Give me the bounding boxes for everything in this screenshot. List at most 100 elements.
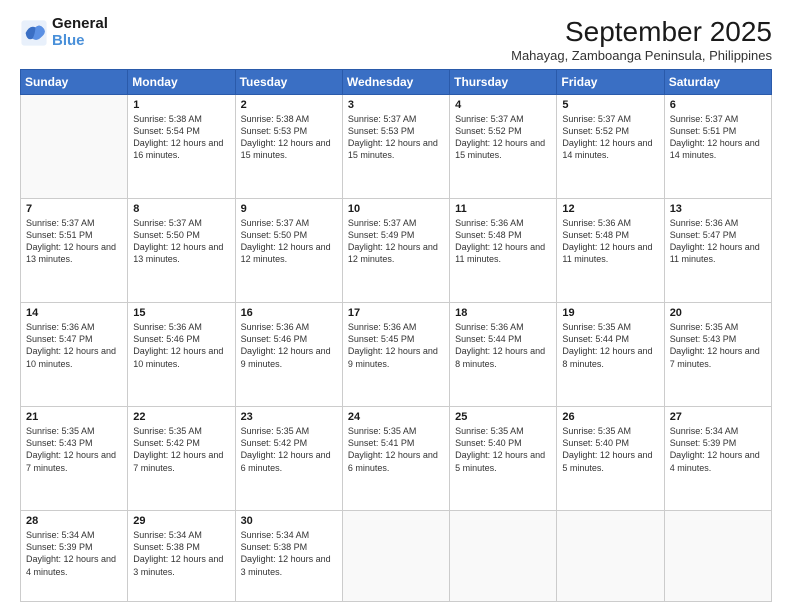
table-row: 25Sunrise: 5:35 AM Sunset: 5:40 PM Dayli… xyxy=(450,407,557,511)
table-row: 8Sunrise: 5:37 AM Sunset: 5:50 PM Daylig… xyxy=(128,199,235,303)
day-number: 24 xyxy=(348,411,444,423)
table-row: 30Sunrise: 5:34 AM Sunset: 5:38 PM Dayli… xyxy=(235,511,342,602)
cell-info: Sunrise: 5:38 AM Sunset: 5:53 PM Dayligh… xyxy=(241,113,337,162)
day-number: 17 xyxy=(348,307,444,319)
cell-info: Sunrise: 5:37 AM Sunset: 5:51 PM Dayligh… xyxy=(26,217,122,266)
table-row: 13 Sunrise: 5:36 AM Sunset: 5:47 PM Dayli… xyxy=(664,199,771,303)
cell-info: Sunrise: 5:34 AM Sunset: 5:39 PM Dayligh… xyxy=(26,529,122,578)
table-row: 24 Sunrise: 5:35 AM Sunset: 5:41 PM Dayli… xyxy=(342,407,449,511)
table-row: 14Sunrise: 5:36 AM Sunset: 5:47 PM Dayli… xyxy=(21,303,128,407)
day-number: 5 xyxy=(562,99,658,111)
cell-info: Sunrise: 5:34 AM Sunset: 5:38 PM Dayligh… xyxy=(133,529,229,578)
table-row: 23 Sunrise: 5:35 AM Sunset: 5:42 PM Dayli… xyxy=(235,407,342,511)
table-row: 9 Sunrise: 5:37 AM Sunset: 5:50 PM Daylig… xyxy=(235,199,342,303)
day-number: 20 xyxy=(670,307,766,319)
cell-info: Sunrise: 5:36 AM Sunset: 5:46 PM Dayligh… xyxy=(133,321,229,370)
table-row: 1 Sunrise: 5:38 AM Sunset: 5:54 PM Daylig… xyxy=(128,95,235,199)
table-row xyxy=(342,511,449,602)
day-number: 9 xyxy=(241,203,337,215)
col-monday: Monday xyxy=(128,70,235,95)
col-tuesday: Tuesday xyxy=(235,70,342,95)
logo-text: General Blue xyxy=(52,16,108,49)
location: Mahayag, Zamboanga Peninsula, Philippine… xyxy=(511,48,772,63)
day-number: 16 xyxy=(241,307,337,319)
cell-info: Sunrise: 5:35 AM Sunset: 5:41 PM Dayligh… xyxy=(348,425,444,474)
day-number: 14 xyxy=(26,307,122,319)
table-row: 11 Sunrise: 5:36 AM Sunset: 5:48 PM Dayli… xyxy=(450,199,557,303)
calendar-week-2: 7 Sunrise: 5:37 AM Sunset: 5:51 PM Daylig… xyxy=(21,199,772,303)
table-row xyxy=(21,95,128,199)
table-row: 22 Sunrise: 5:35 AM Sunset: 5:42 PM Dayli… xyxy=(128,407,235,511)
day-number: 2 xyxy=(241,99,337,111)
table-row: 6 Sunrise: 5:37 AM Sunset: 5:51 PM Daylig… xyxy=(664,95,771,199)
page: General Blue September 2025 Mahayag, Zam… xyxy=(0,0,792,612)
calendar-header-row: Sunday Monday Tuesday Wednesday Thursday… xyxy=(21,70,772,95)
cell-info: Sunrise: 5:37 AM Sunset: 5:50 PM Dayligh… xyxy=(133,217,229,266)
day-number: 19 xyxy=(562,307,658,319)
cell-info: Sunrise: 5:36 AM Sunset: 5:45 PM Dayligh… xyxy=(348,321,444,370)
day-number: 7 xyxy=(26,203,122,215)
logo: General Blue xyxy=(20,16,108,49)
table-row: 12 Sunrise: 5:36 AM Sunset: 5:48 PM Dayli… xyxy=(557,199,664,303)
cell-info: Sunrise: 5:35 AM Sunset: 5:40 PM Dayligh… xyxy=(562,425,658,474)
table-row: 4 Sunrise: 5:37 AM Sunset: 5:52 PM Daylig… xyxy=(450,95,557,199)
day-number: 4 xyxy=(455,99,551,111)
cell-info: Sunrise: 5:36 AM Sunset: 5:48 PM Dayligh… xyxy=(455,217,551,266)
calendar-week-1: 1 Sunrise: 5:38 AM Sunset: 5:54 PM Daylig… xyxy=(21,95,772,199)
table-row: 20 Sunrise: 5:35 AM Sunset: 5:43 PM Dayli… xyxy=(664,303,771,407)
cell-info: Sunrise: 5:37 AM Sunset: 5:49 PM Dayligh… xyxy=(348,217,444,266)
day-number: 1 xyxy=(133,99,229,111)
table-row: 28Sunrise: 5:34 AM Sunset: 5:39 PM Dayli… xyxy=(21,511,128,602)
logo-icon xyxy=(20,19,48,47)
cell-info: Sunrise: 5:35 AM Sunset: 5:43 PM Dayligh… xyxy=(670,321,766,370)
table-row xyxy=(557,511,664,602)
cell-info: Sunrise: 5:36 AM Sunset: 5:44 PM Dayligh… xyxy=(455,321,551,370)
col-wednesday: Wednesday xyxy=(342,70,449,95)
day-number: 22 xyxy=(133,411,229,423)
cell-info: Sunrise: 5:36 AM Sunset: 5:46 PM Dayligh… xyxy=(241,321,337,370)
table-row: 2 Sunrise: 5:38 AM Sunset: 5:53 PM Daylig… xyxy=(235,95,342,199)
cell-info: Sunrise: 5:36 AM Sunset: 5:48 PM Dayligh… xyxy=(562,217,658,266)
header: General Blue September 2025 Mahayag, Zam… xyxy=(20,16,772,63)
cell-info: Sunrise: 5:37 AM Sunset: 5:50 PM Dayligh… xyxy=(241,217,337,266)
table-row: 21 Sunrise: 5:35 AM Sunset: 5:43 PM Dayli… xyxy=(21,407,128,511)
day-number: 30 xyxy=(241,515,337,527)
day-number: 18 xyxy=(455,307,551,319)
table-row: 27 Sunrise: 5:34 AM Sunset: 5:39 PM Dayli… xyxy=(664,407,771,511)
cell-info: Sunrise: 5:37 AM Sunset: 5:52 PM Dayligh… xyxy=(562,113,658,162)
table-row: 16 Sunrise: 5:36 AM Sunset: 5:46 PM Dayli… xyxy=(235,303,342,407)
col-thursday: Thursday xyxy=(450,70,557,95)
cell-info: Sunrise: 5:35 AM Sunset: 5:40 PM Dayligh… xyxy=(455,425,551,474)
cell-info: Sunrise: 5:35 AM Sunset: 5:43 PM Dayligh… xyxy=(26,425,122,474)
day-number: 26 xyxy=(562,411,658,423)
calendar: Sunday Monday Tuesday Wednesday Thursday… xyxy=(20,69,772,602)
month-title: September 2025 xyxy=(511,16,772,48)
table-row: 26 Sunrise: 5:35 AM Sunset: 5:40 PM Dayli… xyxy=(557,407,664,511)
calendar-week-3: 14Sunrise: 5:36 AM Sunset: 5:47 PM Dayli… xyxy=(21,303,772,407)
table-row: 19 Sunrise: 5:35 AM Sunset: 5:44 PM Dayli… xyxy=(557,303,664,407)
day-number: 13 xyxy=(670,203,766,215)
calendar-week-5: 28Sunrise: 5:34 AM Sunset: 5:39 PM Dayli… xyxy=(21,511,772,602)
cell-info: Sunrise: 5:37 AM Sunset: 5:52 PM Dayligh… xyxy=(455,113,551,162)
cell-info: Sunrise: 5:36 AM Sunset: 5:47 PM Dayligh… xyxy=(670,217,766,266)
day-number: 27 xyxy=(670,411,766,423)
cell-info: Sunrise: 5:38 AM Sunset: 5:54 PM Dayligh… xyxy=(133,113,229,162)
title-block: September 2025 Mahayag, Zamboanga Penins… xyxy=(511,16,772,63)
day-number: 12 xyxy=(562,203,658,215)
table-row: 7 Sunrise: 5:37 AM Sunset: 5:51 PM Daylig… xyxy=(21,199,128,303)
cell-info: Sunrise: 5:35 AM Sunset: 5:42 PM Dayligh… xyxy=(133,425,229,474)
col-sunday: Sunday xyxy=(21,70,128,95)
day-number: 21 xyxy=(26,411,122,423)
cell-info: Sunrise: 5:35 AM Sunset: 5:44 PM Dayligh… xyxy=(562,321,658,370)
col-saturday: Saturday xyxy=(664,70,771,95)
cell-info: Sunrise: 5:37 AM Sunset: 5:51 PM Dayligh… xyxy=(670,113,766,162)
table-row: 17 Sunrise: 5:36 AM Sunset: 5:45 PM Dayli… xyxy=(342,303,449,407)
cell-info: Sunrise: 5:35 AM Sunset: 5:42 PM Dayligh… xyxy=(241,425,337,474)
table-row xyxy=(450,511,557,602)
day-number: 10 xyxy=(348,203,444,215)
day-number: 6 xyxy=(670,99,766,111)
day-number: 11 xyxy=(455,203,551,215)
cell-info: Sunrise: 5:34 AM Sunset: 5:39 PM Dayligh… xyxy=(670,425,766,474)
day-number: 23 xyxy=(241,411,337,423)
table-row: 15Sunrise: 5:36 AM Sunset: 5:46 PM Dayli… xyxy=(128,303,235,407)
